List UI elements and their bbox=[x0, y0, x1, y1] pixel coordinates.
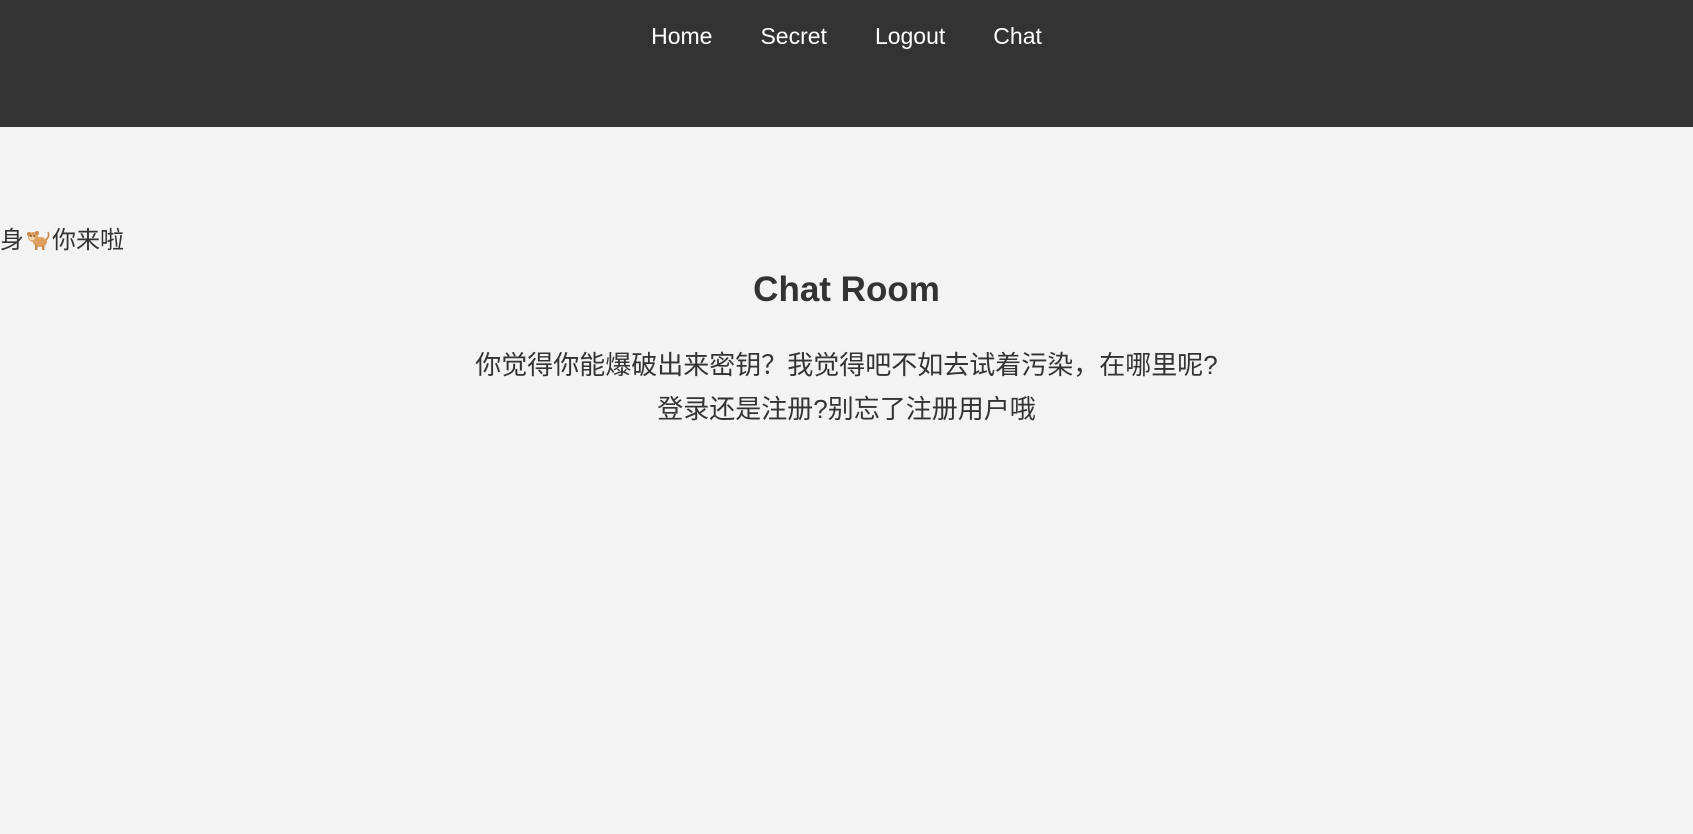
top-navigation-bar: Home Secret Logout Chat bbox=[0, 0, 1693, 127]
scrolling-welcome-text: 身 你来啦 bbox=[0, 226, 124, 256]
nav-home-link[interactable]: Home bbox=[651, 20, 712, 52]
page-title: Chat Room bbox=[753, 270, 940, 309]
chat-message: 你觉得你能爆破出来密钥？我觉得吧不如去试着污染，在哪里呢? 登录还是注册?别忘了… bbox=[0, 343, 1693, 431]
main-nav: Home Secret Logout Chat bbox=[0, 20, 1693, 52]
nav-secret-link[interactable]: Secret bbox=[760, 20, 826, 52]
monkey-icon bbox=[27, 231, 50, 250]
message-line-2: 登录还是注册?别忘了注册用户哦 bbox=[657, 394, 1036, 424]
marquee-prefix: 身 bbox=[0, 227, 22, 254]
nav-chat-link[interactable]: Chat bbox=[993, 20, 1042, 52]
nav-logout-link[interactable]: Logout bbox=[875, 20, 945, 52]
message-line-1: 你觉得你能爆破出来密钥？我觉得吧不如去试着污染，在哪里呢? bbox=[475, 350, 1218, 380]
marquee-suffix: 你来啦 bbox=[52, 227, 124, 254]
